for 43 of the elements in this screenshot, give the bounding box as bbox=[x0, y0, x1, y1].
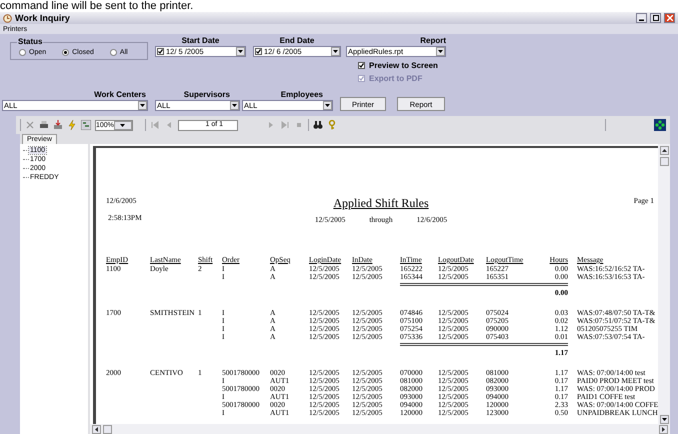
date-label: End Date bbox=[278, 36, 316, 46]
scroll-thumb[interactable] bbox=[103, 424, 112, 434]
dropdown-arrow-icon[interactable] bbox=[230, 101, 239, 110]
lightning-icon[interactable] bbox=[67, 120, 77, 130]
maximize-button[interactable] bbox=[650, 13, 661, 23]
date-label: Start Date bbox=[180, 36, 220, 46]
filter-label: Work Centers bbox=[93, 90, 147, 100]
dropdown-arrow-icon[interactable] bbox=[436, 47, 445, 56]
dropdown-arrow-icon[interactable] bbox=[331, 47, 340, 56]
scroll-left-button[interactable] bbox=[92, 424, 101, 434]
scroll-right-button[interactable] bbox=[659, 424, 668, 434]
logo-icon bbox=[654, 119, 666, 131]
dropdown-arrow-icon[interactable] bbox=[323, 101, 332, 110]
up-arrow-icon bbox=[662, 149, 666, 152]
check-icon bbox=[359, 76, 364, 81]
scroll-down-button[interactable] bbox=[660, 415, 668, 424]
maximize-icon bbox=[652, 15, 658, 21]
dropdown-arrow-icon[interactable] bbox=[138, 101, 147, 110]
group-label: Status bbox=[17, 37, 44, 46]
down-arrow-icon bbox=[662, 418, 666, 421]
check-icon bbox=[256, 49, 261, 54]
printer-icon[interactable] bbox=[39, 120, 49, 130]
filter-label: Employees bbox=[280, 90, 324, 100]
minimize-button[interactable] bbox=[636, 13, 647, 23]
check-icon bbox=[158, 49, 163, 54]
caption-text: command line will be sent to the printer. bbox=[0, 0, 194, 12]
check-icon bbox=[359, 63, 364, 68]
report-title: Applied Shift Rules bbox=[333, 196, 429, 211]
export-icon[interactable] bbox=[53, 120, 63, 130]
right-arrow-icon bbox=[662, 426, 665, 432]
close-icon bbox=[666, 15, 672, 21]
checkbox[interactable]: Preview to Screen bbox=[358, 61, 446, 70]
tree-toggle-icon[interactable] bbox=[81, 120, 91, 130]
filter-label: Supervisors bbox=[182, 90, 231, 100]
report-label: Report bbox=[419, 36, 446, 46]
scroll-up-button[interactable] bbox=[660, 146, 668, 155]
left-arrow-icon bbox=[95, 426, 98, 432]
close-button[interactable] bbox=[664, 13, 675, 23]
dropdown-arrow-icon[interactable] bbox=[236, 47, 245, 56]
window-title: Work Inquiry bbox=[15, 13, 71, 23]
scroll-thumb[interactable] bbox=[660, 157, 668, 166]
clock-icon bbox=[3, 14, 12, 22]
binoculars-icon[interactable] bbox=[313, 120, 323, 130]
